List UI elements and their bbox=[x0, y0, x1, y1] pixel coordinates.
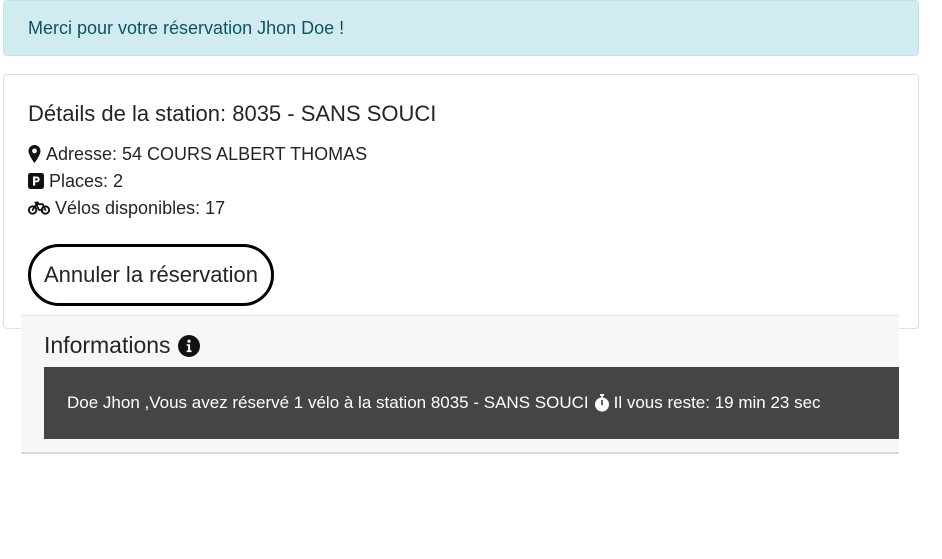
information-panel: Informations Doe Jhon ,Vous avez réservé… bbox=[21, 315, 899, 454]
reservation-text: Doe Jhon ,Vous avez réservé 1 vélo à la … bbox=[67, 393, 589, 412]
places-line: Places: 2 bbox=[28, 171, 123, 191]
address-text: Adresse: 54 COURS ALBERT THOMAS bbox=[46, 143, 368, 164]
alert-message: Merci pour votre réservation Jhon Doe ! bbox=[28, 17, 345, 38]
bicycle-icon bbox=[28, 201, 50, 215]
bikes-text: Vélos disponibles: 17 bbox=[55, 197, 226, 218]
page: Merci pour votre réservation Jhon Doe ! … bbox=[0, 0, 942, 559]
information-heading-text: Informations bbox=[44, 332, 171, 358]
address-line: Adresse: 54 COURS ALBERT THOMAS bbox=[28, 144, 367, 164]
countdown-text: Il vous reste: 19 min 23 sec bbox=[613, 393, 821, 412]
places-text: Places: 2 bbox=[49, 170, 124, 191]
information-heading: Informations bbox=[44, 332, 200, 359]
reservation-message: Doe Jhon ,Vous avez réservé 1 vélo à la … bbox=[44, 367, 899, 439]
bikes-line: Vélos disponibles: 17 bbox=[28, 198, 225, 218]
parking-icon bbox=[28, 173, 44, 189]
stopwatch-icon bbox=[594, 394, 610, 412]
station-title: Détails de la station: 8035 - SANS SOUCI bbox=[28, 101, 437, 126]
success-alert: Merci pour votre réservation Jhon Doe ! bbox=[3, 0, 919, 56]
station-details-card: Détails de la station: 8035 - SANS SOUCI… bbox=[3, 74, 919, 329]
cancel-reservation-button[interactable]: Annuler la réservation bbox=[28, 244, 274, 306]
map-marker-icon bbox=[28, 145, 41, 163]
info-circle-icon bbox=[177, 334, 200, 357]
